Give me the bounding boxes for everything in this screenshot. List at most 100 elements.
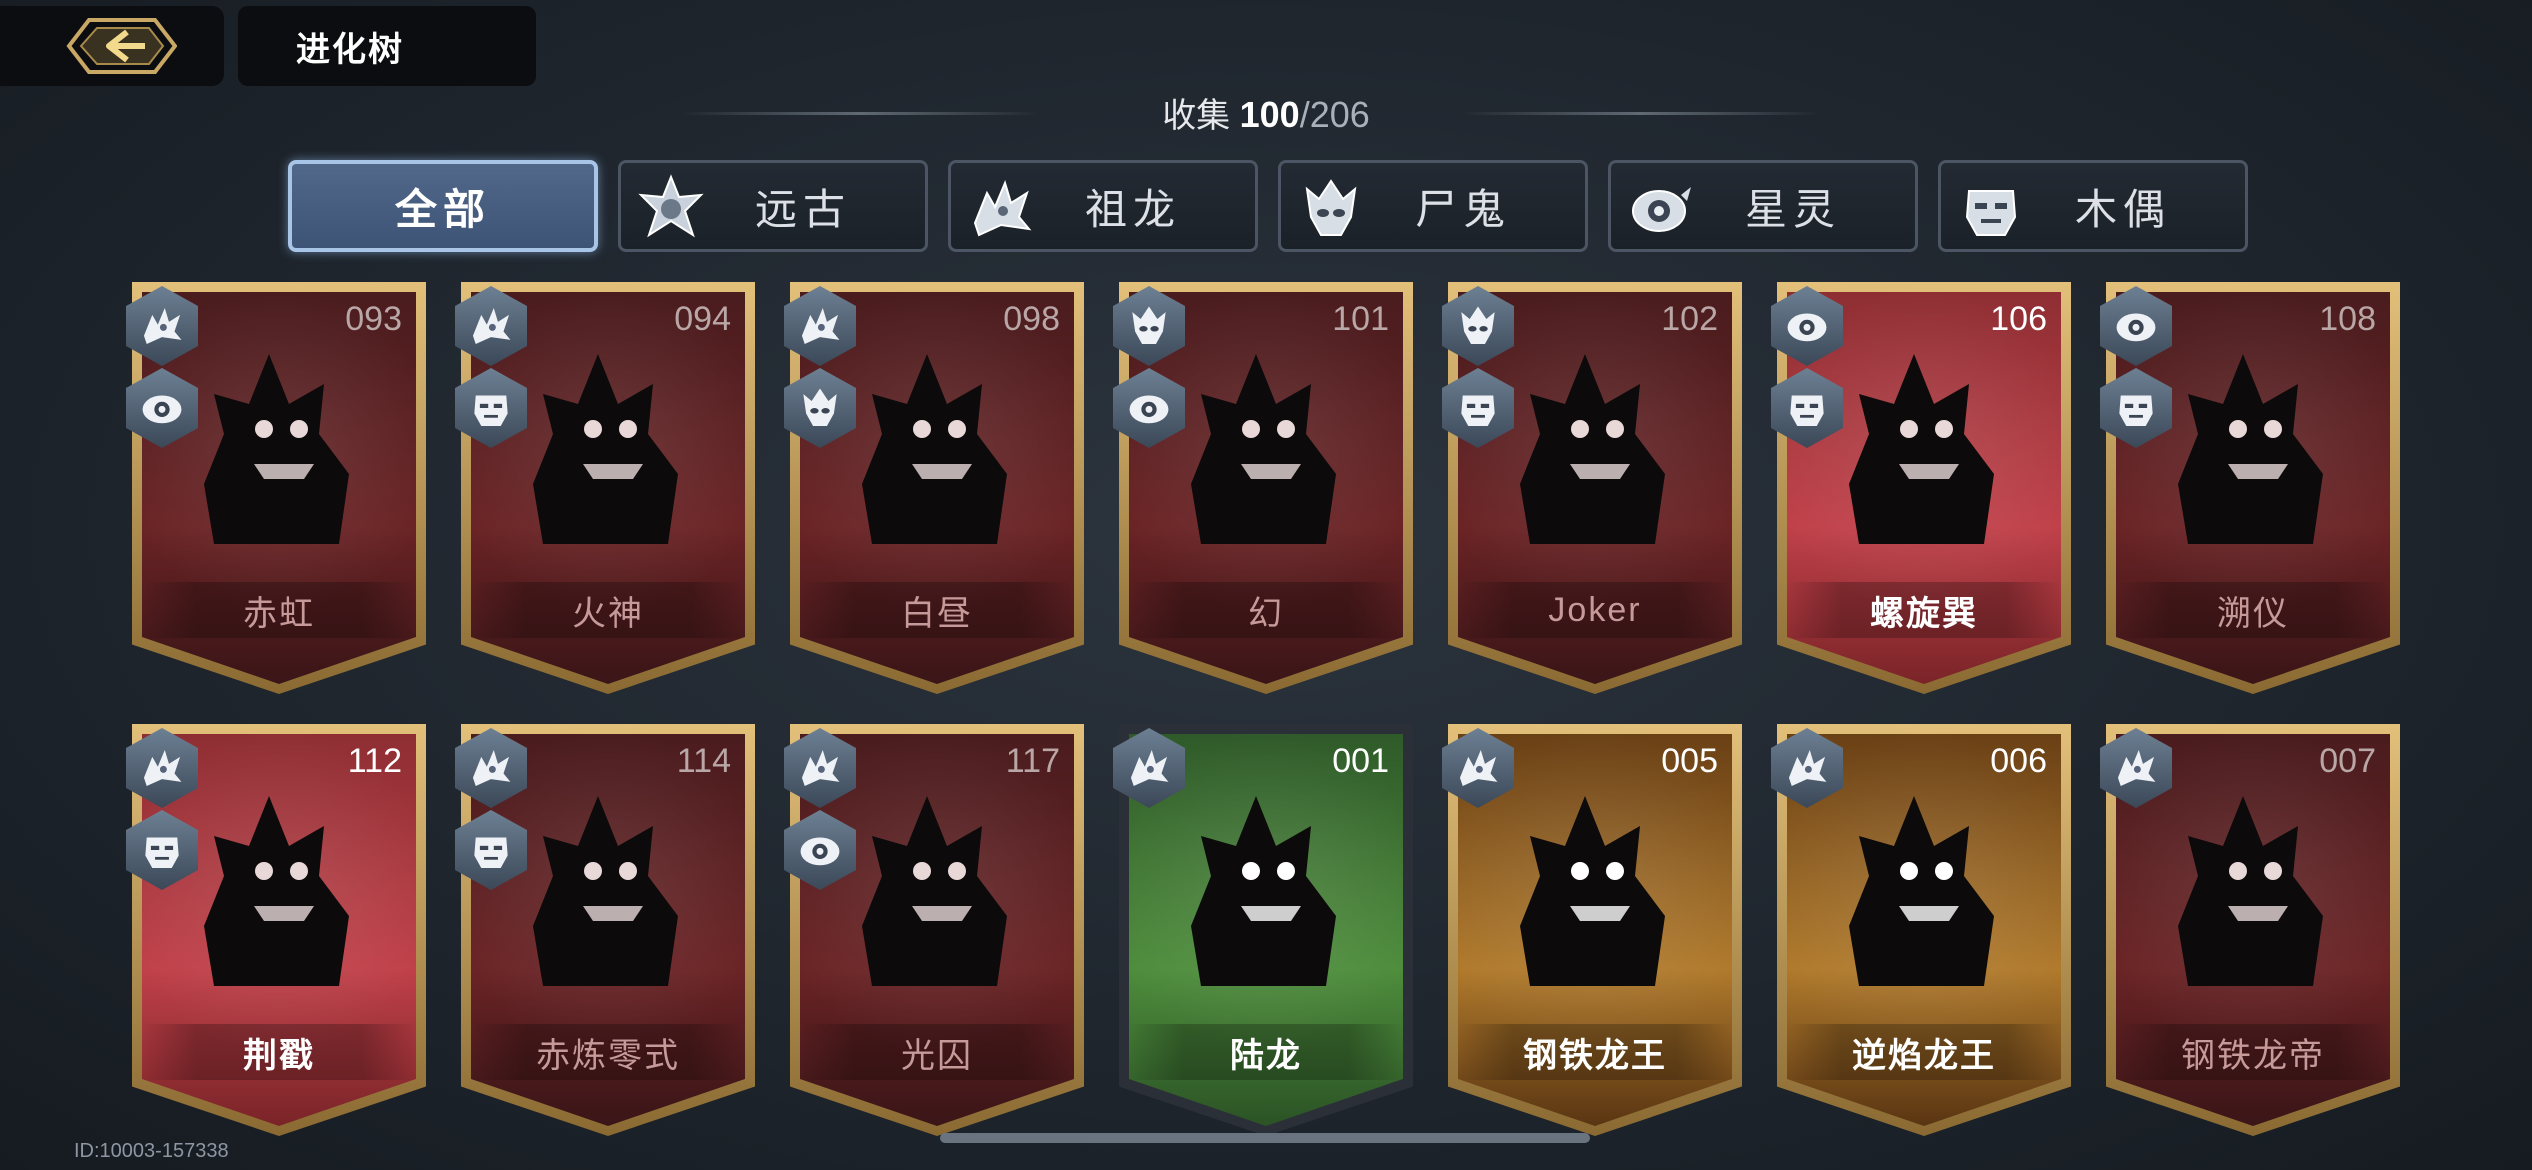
ancestral-dragon-icon [455, 728, 527, 808]
creature-portrait [832, 334, 1042, 564]
puppet-icon [455, 810, 527, 890]
card-type-badges [1442, 728, 1514, 808]
evolution-card[interactable]: 102 Joker [1442, 282, 1742, 694]
creature-portrait [503, 334, 713, 564]
card-name: 火神 [471, 582, 745, 638]
tab-ancestral-dragon[interactable]: 祖龙 [948, 160, 1258, 252]
creature-portrait [1490, 776, 1700, 1006]
ancient-icon [638, 174, 704, 238]
collection-separator: / [1299, 94, 1310, 135]
ancestral-dragon-icon [2100, 728, 2172, 808]
card-type-badges [1113, 728, 1185, 808]
card-type-badges [126, 286, 198, 448]
card-number: 005 [1661, 742, 1718, 780]
evolution-card[interactable]: 114 赤炼零式 [455, 724, 755, 1136]
ghoul-icon [784, 368, 856, 448]
tab-star-spirit[interactable]: 星灵 [1608, 160, 1918, 252]
tab-ancient[interactable]: 远古 [618, 160, 928, 252]
ancestral-dragon-icon [1113, 728, 1185, 808]
tab-all[interactable]: 全部 [288, 160, 598, 252]
evolution-card-grid: 093 赤虹 094 火神 098 白昼 101 幻 102 Joker 106 螺旋巽 108 溯仪 11… [126, 282, 2400, 1136]
ghoul-icon [1113, 286, 1185, 366]
card-number: 117 [1005, 742, 1060, 780]
card-type-badges [455, 286, 527, 448]
evolution-card[interactable]: 117 光囚 [784, 724, 1084, 1136]
card-name: 赤虹 [142, 582, 416, 638]
star-spirit-icon [1771, 286, 1843, 366]
card-name: 钢铁龙帝 [2116, 1024, 2390, 1080]
ghoul-icon [1305, 179, 1357, 236]
evolution-card[interactable]: 007 钢铁龙帝 [2100, 724, 2400, 1136]
evolution-card[interactable]: 106 螺旋巽 [1771, 282, 2071, 694]
evolution-card[interactable]: 005 钢铁龙王 [1442, 724, 1742, 1136]
card-number: 006 [1990, 742, 2047, 780]
ancestral-dragon-icon [455, 286, 527, 366]
player-id: ID:10003-157338 [74, 1140, 229, 1162]
evolution-card[interactable]: 093 赤虹 [126, 282, 426, 694]
card-number: 106 [1990, 300, 2047, 338]
page-title: 进化树 [238, 6, 536, 86]
ancestral-dragon-icon [784, 728, 856, 808]
card-number: 001 [1332, 742, 1389, 780]
card-number: 101 [1332, 300, 1389, 338]
card-type-badges [455, 728, 527, 890]
card-name: 荆戳 [142, 1024, 416, 1080]
evolution-card[interactable]: 101 幻 [1113, 282, 1413, 694]
card-type-badges [2100, 286, 2172, 448]
card-name: 白昼 [800, 582, 1074, 638]
card-name: 溯仪 [2116, 582, 2390, 638]
back-arrow-icon [66, 18, 177, 74]
card-number: 094 [674, 300, 731, 338]
tab-label: 尸鬼 [1414, 185, 1511, 233]
card-number: 102 [1661, 300, 1718, 338]
creature-portrait [174, 776, 384, 1006]
star-spirit-icon [784, 810, 856, 890]
card-type-badges [2100, 728, 2172, 808]
puppet-icon [1442, 368, 1514, 448]
tab-label: 木偶 [2074, 185, 2171, 233]
card-name: 钢铁龙王 [1458, 1024, 1732, 1080]
card-type-badges [126, 728, 198, 890]
star-spirit-icon [1113, 368, 1185, 448]
creature-portrait [503, 776, 713, 1006]
tab-ghoul[interactable]: 尸鬼 [1278, 160, 1588, 252]
tab-label: 远古 [754, 185, 851, 233]
ancestral-dragon-icon [973, 180, 1032, 237]
card-name: 逆焰龙王 [1787, 1024, 2061, 1080]
card-number: 007 [2319, 742, 2376, 780]
creature-portrait [1490, 334, 1700, 564]
card-type-badges [784, 728, 856, 890]
card-number: 093 [345, 300, 402, 338]
tab-puppet[interactable]: 木偶 [1938, 160, 2248, 252]
evolution-card[interactable]: 006 逆焰龙王 [1771, 724, 2071, 1136]
puppet-icon [1965, 190, 2017, 236]
evolution-card[interactable]: 094 火神 [455, 282, 755, 694]
evolution-card[interactable]: 112 荆戳 [126, 724, 426, 1136]
tab-label: 全部 [394, 185, 491, 233]
creature-portrait [1819, 334, 2029, 564]
card-name: 光囚 [800, 1024, 1074, 1080]
star-spirit-icon [2100, 286, 2172, 366]
ghoul-icon [1442, 286, 1514, 366]
card-type-badges [1771, 728, 1843, 808]
ancestral-dragon-icon [126, 286, 198, 366]
card-type-badges [1113, 286, 1185, 448]
back-button[interactable] [0, 6, 224, 86]
tab-label: 祖龙 [1084, 185, 1181, 233]
card-name: 赤炼零式 [471, 1024, 745, 1080]
creature-portrait [2148, 334, 2358, 564]
card-number: 108 [2319, 300, 2376, 338]
evolution-card[interactable]: 108 溯仪 [2100, 282, 2400, 694]
evolution-card[interactable]: 098 白昼 [784, 282, 1084, 694]
card-number: 098 [1003, 300, 1060, 338]
card-name: 螺旋巽 [1787, 582, 2061, 638]
ancestral-dragon-icon [1771, 728, 1843, 808]
ancestral-dragon-icon [126, 728, 198, 808]
creature-portrait [1161, 334, 1371, 564]
evolution-card[interactable]: 001 陆龙 [1113, 724, 1413, 1136]
category-tabs: 全部 远古 祖龙 尸鬼 星灵 木偶 [288, 160, 2248, 252]
horizontal-scrollbar[interactable] [940, 1133, 1590, 1143]
collection-label: 收集 [1162, 97, 1231, 135]
creature-portrait [174, 334, 384, 564]
puppet-icon [1771, 368, 1843, 448]
